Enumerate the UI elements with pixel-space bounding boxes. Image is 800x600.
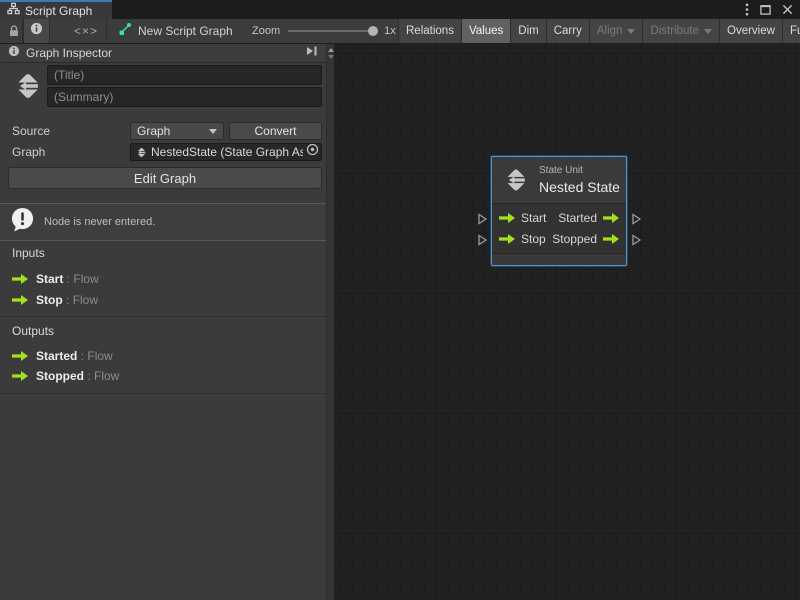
scroll-up-icon[interactable]	[328, 48, 334, 52]
chevron-down-icon	[704, 29, 712, 34]
flow-out-port-icon[interactable]	[603, 213, 619, 223]
tab-label: Script Graph	[25, 4, 92, 18]
summary-field[interactable]	[47, 87, 322, 107]
lock-icon[interactable]	[7, 19, 21, 43]
tab-script-graph[interactable]: Script Graph	[0, 0, 112, 19]
external-output-port-icon[interactable]	[631, 213, 642, 225]
divider	[106, 19, 107, 43]
source-label: Source	[12, 124, 50, 138]
graph-field-label: Graph	[12, 145, 45, 159]
carry-button[interactable]: Carry	[546, 19, 589, 43]
values-button[interactable]: Values	[461, 19, 510, 43]
source-dropdown[interactable]: Graph	[130, 122, 224, 140]
external-input-port-icon[interactable]	[477, 234, 488, 246]
close-icon[interactable]	[782, 4, 793, 15]
flow-in-port-icon[interactable]	[499, 234, 515, 244]
graph-title: New Script Graph	[118, 19, 233, 43]
object-picker-icon[interactable]	[306, 143, 319, 161]
input-port-row: Stop : Flow	[12, 290, 98, 310]
code-preview-button[interactable]: <×>	[66, 19, 106, 43]
flow-arrow-icon	[12, 274, 28, 284]
code-preview-label: <×>	[74, 24, 98, 38]
overview-button[interactable]: Overview	[719, 19, 782, 43]
zoom-control: Zoom 1x	[252, 19, 396, 43]
scroll-down-icon[interactable]	[328, 55, 334, 59]
chevron-down-icon	[209, 129, 217, 134]
node-port-row: Stop Stopped	[492, 228, 626, 249]
toolbar: <×> New Script Graph Zoom 1x Relations V…	[0, 19, 800, 44]
warning-box: Node is never entered.	[0, 203, 327, 241]
flow-arrow-icon	[12, 351, 28, 361]
node-kind-label: State Unit	[539, 165, 620, 176]
graph-name-label: New Script Graph	[138, 24, 233, 38]
graph-object-field[interactable]: NestedState (State Graph As	[130, 143, 322, 161]
node-footer	[492, 253, 626, 265]
graph-canvas[interactable]: State Unit Nested State Start Started	[335, 44, 800, 600]
inspector-title: Graph Inspector	[26, 46, 299, 60]
node-ports: Start Started Stop Stopped	[492, 203, 626, 253]
title-field[interactable]	[47, 65, 322, 85]
inputs-section-title: Inputs	[12, 246, 45, 260]
inspector-header: Graph Inspector	[0, 44, 327, 63]
state-graph-asset-icon	[135, 146, 148, 159]
external-input-port-icon[interactable]	[477, 213, 488, 225]
source-dropdown-value: Graph	[137, 124, 205, 138]
graph-inspector-panel: Graph Inspector Source Graph Convert Gra…	[0, 44, 335, 600]
full-screen-button[interactable]: Full Screen	[782, 19, 800, 43]
flow-in-port-icon[interactable]	[499, 213, 515, 223]
zoom-slider-handle[interactable]	[368, 26, 378, 36]
external-output-port-icon[interactable]	[631, 234, 642, 246]
kebab-menu-icon[interactable]	[745, 3, 749, 16]
title-bar: Script Graph	[0, 0, 800, 19]
convert-button[interactable]: Convert	[229, 122, 322, 140]
node-title: Nested State	[539, 179, 620, 195]
warning-bubble-icon	[10, 207, 35, 237]
graph-hierarchy-icon	[7, 2, 20, 20]
state-unit-icon	[11, 69, 45, 103]
toolbar-button-group: Relations Values Dim Carry Align Distrib…	[398, 19, 800, 43]
inspector-toggle-button[interactable]	[23, 19, 50, 43]
flow-arrow-icon	[12, 295, 28, 305]
zoom-slider[interactable]	[288, 30, 376, 32]
node-port-row: Start Started	[492, 207, 626, 228]
dim-button[interactable]: Dim	[510, 19, 545, 43]
dock-panel-icon[interactable]	[305, 44, 319, 62]
divider	[0, 393, 327, 394]
output-port-row: Started : Flow	[12, 346, 113, 366]
flow-out-port-icon[interactable]	[603, 234, 619, 244]
zoom-label: Zoom	[252, 25, 280, 37]
node-header[interactable]: State Unit Nested State	[492, 157, 626, 203]
output-port-row: Stopped : Flow	[12, 366, 119, 386]
zoom-value: 1x	[384, 25, 396, 37]
state-unit-icon	[501, 165, 531, 195]
nested-state-node[interactable]: State Unit Nested State Start Started	[491, 156, 627, 266]
divider	[0, 316, 327, 317]
warning-text: Node is never entered.	[44, 216, 155, 228]
graph-object-value: NestedState (State Graph As	[151, 145, 303, 159]
window-controls	[745, 0, 793, 19]
edit-graph-button[interactable]: Edit Graph	[8, 167, 322, 189]
panel-scrollbar[interactable]	[326, 44, 334, 600]
outputs-section-title: Outputs	[12, 324, 54, 338]
info-icon	[8, 44, 20, 62]
distribute-dropdown[interactable]: Distribute	[642, 19, 719, 43]
script-graph-icon	[118, 22, 132, 41]
input-port-row: Start : Flow	[12, 269, 99, 289]
maximize-icon[interactable]	[760, 4, 771, 15]
relations-button[interactable]: Relations	[398, 19, 461, 43]
chevron-down-icon	[627, 29, 635, 34]
info-icon	[30, 22, 43, 40]
flow-arrow-icon	[12, 371, 28, 381]
align-dropdown[interactable]: Align	[589, 19, 643, 43]
